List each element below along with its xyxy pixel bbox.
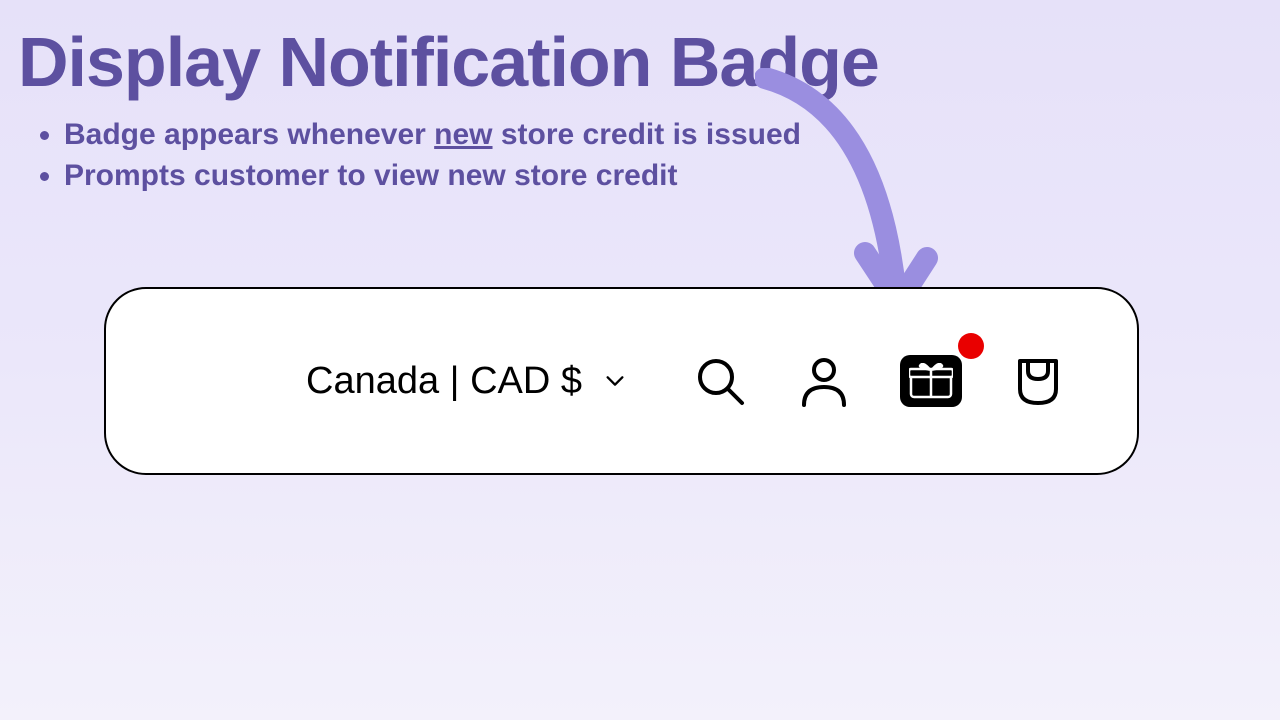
- nav-icon-group: [692, 353, 1066, 409]
- feature-bullet-list: Badge appears whenever new store credit …: [64, 115, 801, 197]
- search-button[interactable]: [692, 353, 748, 409]
- currency-selector[interactable]: Canada | CAD $: [306, 360, 626, 403]
- user-icon: [798, 355, 850, 407]
- bag-icon: [1012, 355, 1064, 407]
- bullet-item-1: Badge appears whenever new store credit …: [64, 115, 801, 154]
- bullet-underlined-text: new: [434, 118, 492, 151]
- gift-icon: [909, 363, 953, 399]
- currency-label: Canada | CAD $: [306, 360, 582, 403]
- search-icon: [694, 355, 746, 407]
- chevron-down-icon: [604, 370, 626, 392]
- navbar: Canada | CAD $: [104, 287, 1139, 475]
- page-title: Display Notification Badge: [18, 22, 879, 102]
- bullet-item-2: Prompts customer to view new store credi…: [64, 156, 801, 195]
- account-button[interactable]: [796, 353, 852, 409]
- store-credit-button[interactable]: [900, 355, 962, 407]
- bullet-text: Badge appears whenever: [64, 118, 434, 151]
- notification-badge: [958, 333, 984, 359]
- cart-button[interactable]: [1010, 353, 1066, 409]
